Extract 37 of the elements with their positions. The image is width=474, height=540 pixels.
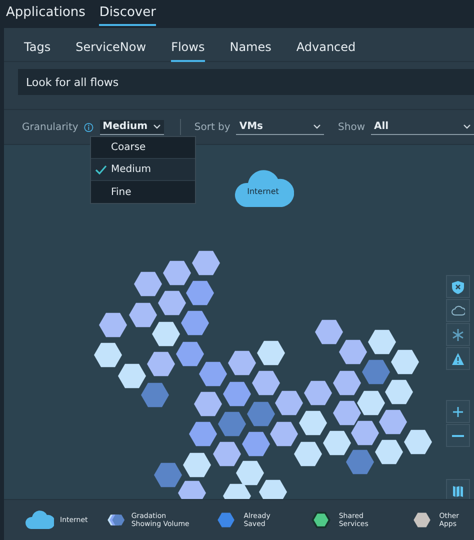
map-button[interactable] bbox=[446, 479, 470, 499]
nav-tab[interactable]: Discover bbox=[99, 4, 156, 26]
warning-icon bbox=[451, 352, 465, 366]
dropdown[interactable]: Medium bbox=[100, 120, 164, 134]
plus-button[interactable] bbox=[446, 400, 470, 423]
nav-tab[interactable]: Applications bbox=[6, 4, 86, 26]
cloud-label: Internet bbox=[246, 187, 280, 196]
tab[interactable]: ServiceNow bbox=[76, 38, 146, 62]
minus-button[interactable] bbox=[446, 424, 470, 447]
dropdown[interactable]: All bbox=[371, 120, 474, 134]
tab[interactable]: Names bbox=[230, 38, 272, 62]
menu-option[interactable]: Medium bbox=[91, 159, 195, 181]
filter-label: Show bbox=[338, 122, 365, 132]
filter-label: Granularity bbox=[22, 122, 78, 132]
menu-option[interactable]: Fine bbox=[91, 181, 195, 203]
cloud-button[interactable] bbox=[446, 299, 470, 322]
tab[interactable]: Advanced bbox=[296, 38, 356, 62]
snowflake-icon bbox=[451, 328, 465, 342]
caret-icon bbox=[313, 124, 322, 130]
caret-icon bbox=[152, 124, 161, 130]
filter-label: Sort by bbox=[194, 122, 230, 132]
caret-icon bbox=[463, 124, 471, 130]
check-icon bbox=[95, 164, 107, 174]
tab[interactable]: Tags bbox=[24, 38, 51, 62]
warning-button[interactable] bbox=[446, 347, 470, 370]
search-field[interactable]: Look for all flows bbox=[18, 69, 474, 95]
tab[interactable]: Flows bbox=[171, 38, 205, 62]
map-icon bbox=[451, 484, 465, 498]
shield-button[interactable] bbox=[446, 275, 470, 298]
dropdown[interactable]: VMs bbox=[236, 120, 324, 134]
cloud-icon bbox=[24, 509, 54, 531]
info-icon bbox=[84, 122, 94, 132]
minus-icon bbox=[452, 434, 464, 436]
shield-icon bbox=[451, 280, 465, 294]
plus-icon bbox=[451, 404, 465, 418]
cloud-icon bbox=[451, 304, 465, 318]
snowflake-button[interactable] bbox=[446, 323, 470, 346]
